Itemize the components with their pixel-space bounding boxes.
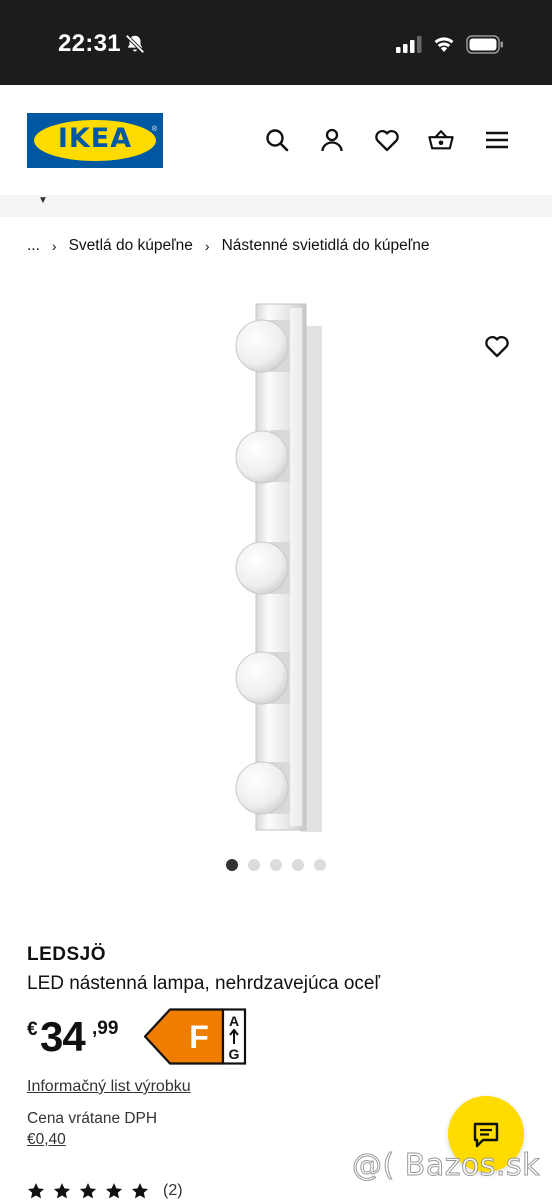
gallery-dot[interactable] [248,859,260,871]
energy-label-badge[interactable]: F A G [143,1008,248,1065]
gallery-dot[interactable] [292,859,304,871]
product-name: LEDSJÖ [27,944,107,965]
product-rating[interactable]: (2) [27,1182,183,1200]
search-icon[interactable] [264,127,290,153]
ikea-logo[interactable]: IKEA ® [27,113,163,168]
energy-grade: F [189,1019,209,1055]
basket-icon[interactable] [428,127,454,153]
store-selector-bar[interactable]: ▼ [0,195,552,217]
product-description: LED nástenná lampa, nehrdzavejúca oceľ [27,973,381,994]
site-header: IKEA ® [0,85,552,195]
logo-text: IKEA [57,123,133,154]
breadcrumb-ellipsis[interactable]: ... [27,237,40,255]
user-icon[interactable] [319,127,345,153]
price-currency: € [27,1019,38,1040]
breadcrumb-item-bathroom-lights[interactable]: Svetlá do kúpeľne [69,237,193,255]
star-icon [131,1183,149,1199]
price-decimal: ,99 [92,1018,119,1039]
menu-icon[interactable] [484,127,510,153]
star-icon [105,1183,123,1199]
status-bar: 22:31 [0,0,552,85]
heart-icon[interactable] [374,127,400,153]
gallery-pagination [226,859,326,871]
product-info-sheet-link[interactable]: Informačný list výrobku [27,1078,191,1096]
star-icon [53,1183,71,1199]
product-image[interactable] [230,300,325,835]
breadcrumb: ... › Svetlá do kúpeľne › Nástenné sviet… [27,236,429,256]
chevron-right-icon: › [204,238,210,254]
battery-icon [466,35,503,54]
energy-scale-bottom: G [229,1046,240,1062]
bell-muted-icon [125,34,145,54]
breadcrumb-item-bathroom-wall-lights[interactable]: Nástenné svietidlá do kúpeľne [222,237,430,255]
rating-count: (2) [163,1182,183,1199]
status-time: 22:31 [58,30,121,57]
signal-icon [396,36,422,53]
star-icon [27,1183,45,1199]
energy-scale-top: A [229,1013,239,1029]
add-to-favourites-heart-icon[interactable] [484,333,510,359]
price-integer: 34 [40,1013,86,1060]
gallery-dot[interactable] [314,859,326,871]
watermark: @( Bazos.sk [352,1148,540,1184]
gallery-dot[interactable] [270,859,282,871]
wifi-icon [434,37,454,52]
caret-down-icon: ▼ [38,195,48,206]
chevron-right-icon: › [51,238,57,254]
chat-bubble-icon [473,1122,499,1148]
vat-value-link[interactable]: €0,40 [27,1131,66,1149]
star-icon [79,1183,97,1199]
vat-label: Cena vrátane DPH [27,1110,158,1127]
gallery-dot-active[interactable] [226,859,238,871]
